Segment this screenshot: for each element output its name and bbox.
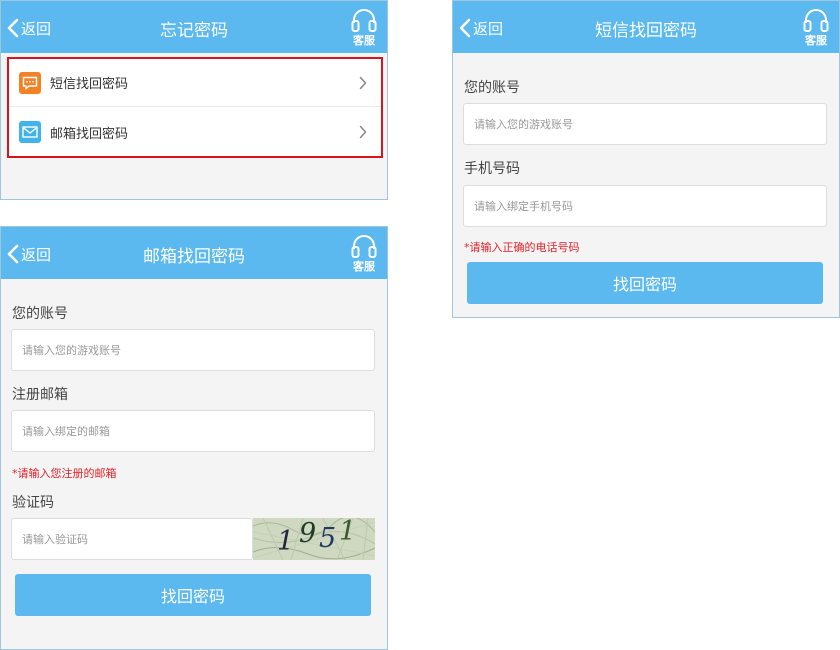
list-item-email-recovery[interactable]: 邮箱找回密码	[9, 108, 381, 156]
headset-icon	[351, 235, 377, 258]
email-recovery-panel: 返回 邮箱找回密码 客服 您的账号 注册邮箱 *请输入您注册的邮箱 验证码 1 …	[0, 226, 388, 650]
customer-service-button[interactable]: 客服	[801, 7, 831, 48]
account-input[interactable]	[463, 103, 827, 145]
phone-error-message: *请输入正确的电话号码	[464, 241, 580, 254]
recovery-options-list: 短信找回密码 邮箱找回密码	[7, 57, 383, 158]
email-recovery-label: 邮箱找回密码	[50, 126, 129, 142]
submit-button[interactable]: 找回密码	[467, 262, 823, 304]
sms-icon	[19, 71, 41, 94]
customer-service-button[interactable]: 客服	[349, 233, 379, 274]
page-title: 邮箱找回密码	[143, 247, 245, 267]
headset-icon	[351, 9, 377, 32]
sms-recovery-panel: 返回 短信找回密码 客服 您的账号 手机号码 *请输入正确的电话号码 找回密码	[452, 0, 840, 318]
chevron-left-icon	[7, 18, 19, 38]
account-label: 您的账号	[464, 80, 520, 96]
headset-icon	[803, 9, 829, 32]
email-input[interactable]	[11, 410, 375, 452]
service-label: 客服	[353, 34, 375, 47]
captcha-label: 验证码	[12, 495, 54, 511]
service-label: 客服	[805, 34, 827, 47]
captcha-char: 1	[339, 518, 357, 547]
back-label: 返回	[473, 19, 504, 38]
captcha-image[interactable]: 1 9 5 1	[253, 518, 375, 560]
back-label: 返回	[21, 19, 52, 38]
account-input[interactable]	[11, 329, 375, 371]
captcha-char: 5	[319, 523, 337, 554]
back-button[interactable]: 返回	[459, 17, 503, 39]
header-bar: 返回 忘记密码 客服	[1, 1, 387, 53]
header-bar: 返回 邮箱找回密码 客服	[1, 227, 387, 279]
captcha-char: 9	[299, 518, 317, 549]
phone-label: 手机号码	[464, 161, 520, 177]
sms-recovery-label: 短信找回密码	[50, 77, 129, 92]
mail-icon	[19, 121, 41, 143]
chevron-left-icon	[7, 244, 19, 264]
back-button[interactable]: 返回	[7, 243, 51, 265]
page-title: 忘记密码	[160, 21, 228, 41]
header-bar: 返回 短信找回密码 客服	[453, 1, 839, 53]
service-label: 客服	[353, 260, 375, 273]
forgot-password-panel: 返回 忘记密码 客服 短信找回密码 邮箱找回密码	[0, 0, 388, 200]
email-label: 注册邮箱	[12, 387, 68, 403]
captcha-char: 1	[277, 526, 295, 557]
email-error-message: *请输入您注册的邮箱	[12, 467, 117, 480]
chevron-right-icon	[359, 76, 367, 89]
back-label: 返回	[21, 245, 52, 264]
chevron-right-icon	[359, 125, 367, 139]
back-button[interactable]: 返回	[7, 17, 51, 39]
phone-input[interactable]	[463, 185, 827, 227]
submit-button[interactable]: 找回密码	[15, 574, 371, 616]
account-label: 您的账号	[12, 306, 68, 322]
chevron-left-icon	[459, 18, 471, 38]
list-item-sms-recovery[interactable]: 短信找回密码	[9, 59, 381, 107]
customer-service-button[interactable]: 客服	[349, 7, 379, 48]
captcha-input[interactable]	[11, 518, 253, 560]
page-title: 短信找回密码	[595, 21, 697, 41]
